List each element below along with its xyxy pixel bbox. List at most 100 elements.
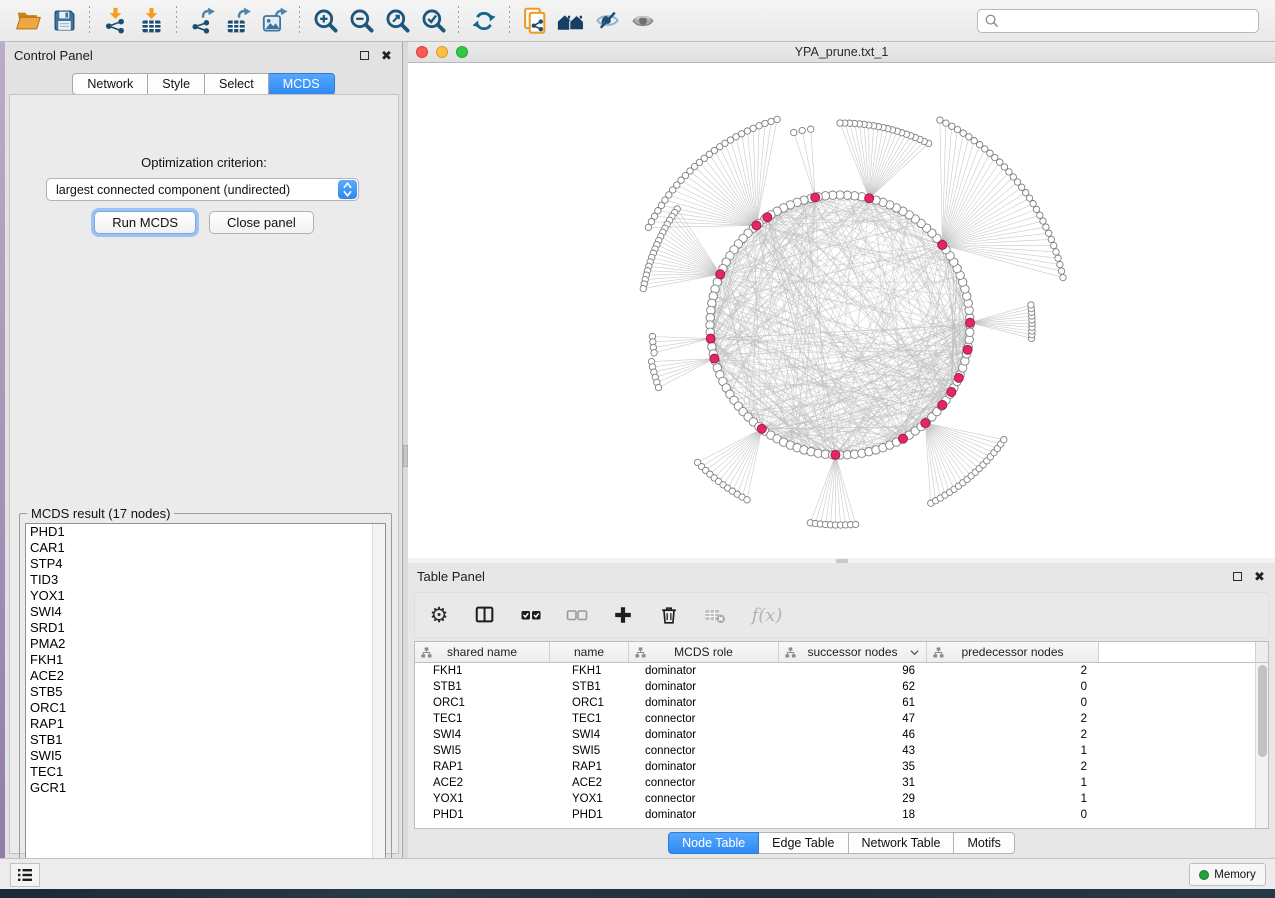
mcds-result-item[interactable]: STB5 [26,684,385,700]
function-builder-button[interactable]: f(x) [749,603,785,627]
float-panel-icon[interactable] [358,49,371,62]
zoom-out-button[interactable] [343,4,379,38]
graph-edge[interactable] [643,274,720,288]
select-all-columns-button[interactable] [519,603,543,627]
graph-leaf-node[interactable] [949,123,955,129]
graph-leaf-node[interactable] [1057,261,1063,267]
graph-hub-node[interactable] [763,213,772,222]
graph-hub-node[interactable] [963,345,972,354]
graph-edge[interactable] [940,120,943,245]
search-box[interactable] [977,9,1259,33]
tab-network[interactable]: Network [72,73,148,95]
column-header-name[interactable]: name [550,642,629,662]
graph-edge[interactable] [942,198,1029,245]
graph-hub-node[interactable] [831,450,840,459]
graph-edge[interactable] [669,195,757,226]
mcds-result-item[interactable]: SWI5 [26,748,385,764]
graph-leaf-node[interactable] [1037,212,1043,218]
graph-edge[interactable] [706,429,762,471]
graph-edge[interactable] [855,124,870,199]
mcds-result-item[interactable]: STP4 [26,556,385,572]
graph-node[interactable] [966,328,974,336]
open-file-button[interactable] [10,4,46,38]
graph-hub-node[interactable] [938,241,947,250]
search-input[interactable] [999,12,1252,30]
graph-hub-node[interactable] [947,388,956,397]
mcds-result-item[interactable]: GCR1 [26,780,385,796]
graph-leaf-node[interactable] [853,521,859,527]
graph-edge[interactable] [737,429,762,494]
graph-leaf-node[interactable] [744,497,750,503]
graph-edge[interactable] [826,455,836,525]
graph-leaf-node[interactable] [799,127,805,133]
graph-hub-node[interactable] [921,419,930,428]
mcds-result-item[interactable]: TEC1 [26,764,385,780]
graph-leaf-node[interactable] [1040,218,1046,224]
graph-leaf-node[interactable] [762,120,768,126]
mcds-result-list[interactable]: PHD1CAR1STP4TID3YOX1SWI4SRD1PMA2FKH1ACE2… [25,523,386,879]
graph-edge[interactable] [942,221,1043,245]
graph-edge[interactable] [970,323,1032,331]
network-canvas[interactable] [408,63,1275,557]
graph-leaf-node[interactable] [1043,224,1049,230]
table-row[interactable]: RAP1RAP1dominator352 [415,759,1256,775]
graph-hub-node[interactable] [716,270,725,279]
export-image-button[interactable] [256,4,292,38]
graph-edge[interactable] [719,429,762,482]
graph-edge[interactable] [942,123,946,245]
mcds-result-item[interactable]: TID3 [26,572,385,588]
graph-edge[interactable] [925,423,975,472]
mcds-result-item[interactable]: SWI4 [26,604,385,620]
graph-edge[interactable] [925,423,931,503]
mcds-result-item[interactable]: STB1 [26,732,385,748]
graph-hub-node[interactable] [938,401,947,410]
graph-edge[interactable] [815,455,835,524]
graph-edge[interactable] [942,145,979,245]
graph-edge[interactable] [942,162,999,245]
new-network-from-selection-button[interactable] [517,4,553,38]
graph-edge[interactable] [845,123,869,198]
graph-hub-node[interactable] [954,373,963,382]
graph-leaf-node[interactable] [1053,249,1059,255]
graph-hub-node[interactable] [899,434,908,443]
graph-leaf-node[interactable] [640,285,646,291]
column-header-mcds-role[interactable]: MCDS role [629,642,779,662]
table-row[interactable]: ACE2ACE2connector311 [415,775,1256,791]
graph-leaf-node[interactable] [1001,437,1007,443]
import-table-button[interactable] [133,4,169,38]
create-column-button[interactable] [611,603,635,627]
show-panel-list-button[interactable] [10,863,40,887]
graph-edge[interactable] [672,217,720,275]
graph-edge[interactable] [753,228,942,405]
graph-leaf-node[interactable] [1046,230,1052,236]
table-row[interactable]: YOX1YOX1connector291 [415,791,1256,807]
graph-leaf-node[interactable] [655,384,661,390]
graph-edge[interactable] [652,337,710,339]
tab-mcds[interactable]: MCDS [269,73,335,95]
close-panel-button[interactable]: Close panel [209,211,314,234]
deselect-all-columns-button[interactable] [565,603,589,627]
graph-leaf-node[interactable] [937,117,943,123]
graph-edge[interactable] [942,204,1033,245]
graph-hub-node[interactable] [966,318,975,327]
mcds-result-item[interactable]: ACE2 [26,668,385,684]
table-row[interactable]: SWI4SWI4dominator462 [415,727,1256,743]
mcds-result-item[interactable]: SRD1 [26,620,385,636]
graph-edge[interactable] [836,455,846,525]
apply-layout-button[interactable] [466,4,502,38]
graph-hub-node[interactable] [710,354,719,363]
table-row[interactable]: PHD1PHD1dominator180 [415,807,1256,823]
graph-edge[interactable] [942,182,1017,245]
tab-motifs[interactable]: Motifs [954,832,1014,854]
run-mcds-button[interactable]: Run MCDS [94,211,196,234]
close-panel-icon[interactable]: ✖ [380,49,393,62]
export-network-button[interactable] [184,4,220,38]
table-row[interactable]: SWI5SWI5connector431 [415,743,1256,759]
graph-leaf-node[interactable] [1028,302,1034,308]
memory-button[interactable]: Memory [1189,863,1266,886]
show-all-button[interactable] [625,4,661,38]
graph-leaf-node[interactable] [1051,242,1057,248]
mcds-result-item[interactable]: PMA2 [26,636,385,652]
mcds-list-scrollbar[interactable] [372,524,385,878]
graph-leaf-node[interactable] [651,350,657,356]
